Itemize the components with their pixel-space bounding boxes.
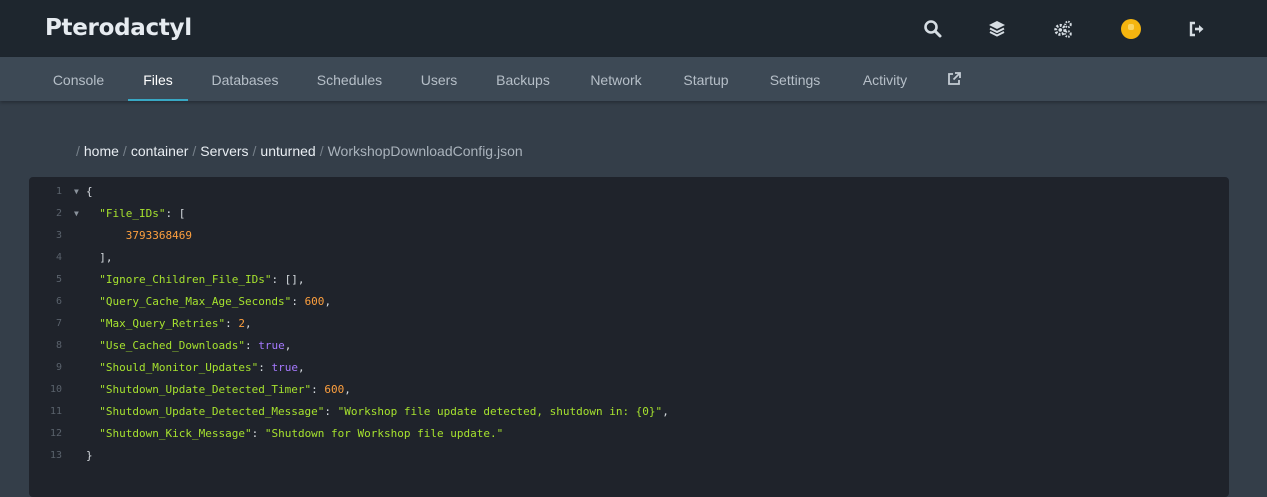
code-editor[interactable]: 1 ▼ { 2 ▼ "File_IDs": [ 3 3793368469 4 ]… xyxy=(29,177,1229,497)
line-number: 7 xyxy=(55,318,62,329)
app-title[interactable]: Pterodactyl xyxy=(45,15,192,41)
breadcrumb: / home / container / Servers / unturned / Worksho… xyxy=(76,143,523,159)
server-nav: Console Files Databases Schedules Users … xyxy=(0,57,1267,101)
tab-users[interactable]: Users xyxy=(410,57,468,101)
line-number: 2 xyxy=(55,208,62,219)
tab-activity[interactable]: Activity xyxy=(849,57,921,101)
line-number: 5 xyxy=(55,274,62,285)
breadcrumb-container[interactable]: container xyxy=(131,143,193,159)
top-bar: Pterodactyl xyxy=(0,0,1267,57)
tab-schedules[interactable]: Schedules xyxy=(305,57,394,101)
code-line: 2 ▼ "File_IDs": [ xyxy=(29,203,1229,225)
breadcrumb-servers[interactable]: Servers xyxy=(200,143,252,159)
code-line: 9 "Should_Monitor_Updates": true, xyxy=(29,357,1229,379)
breadcrumb-current-file: WorkshopDownloadConfig.json xyxy=(327,143,523,159)
tab-databases[interactable]: Databases xyxy=(200,57,290,101)
line-number: 1 xyxy=(55,186,62,197)
code-line: 11 "Shutdown_Update_Detected_Message": "… xyxy=(29,401,1229,423)
tab-network[interactable]: Network xyxy=(577,57,655,101)
line-number: 4 xyxy=(55,252,62,263)
line-number: 3 xyxy=(55,230,62,241)
breadcrumb-home[interactable]: home xyxy=(84,143,123,159)
line-number: 13 xyxy=(49,450,62,461)
cogs-icon[interactable] xyxy=(1051,17,1075,41)
tab-settings[interactable]: Settings xyxy=(757,57,833,101)
code-line: 4 ], xyxy=(29,247,1229,269)
line-number: 9 xyxy=(55,362,62,373)
breadcrumb-unturned[interactable]: unturned xyxy=(260,143,319,159)
code-line: 13 } xyxy=(29,445,1229,467)
line-number: 10 xyxy=(49,384,62,395)
external-link-icon[interactable] xyxy=(946,71,962,87)
tab-startup[interactable]: Startup xyxy=(671,57,741,101)
line-number: 6 xyxy=(55,296,62,307)
code-line: 10 "Shutdown_Update_Detected_Timer": 600… xyxy=(29,379,1229,401)
fold-toggle-icon[interactable]: ▼ xyxy=(74,203,79,225)
tab-console[interactable]: Console xyxy=(38,57,119,101)
code-line: 1 ▼ { xyxy=(29,181,1229,203)
avatar xyxy=(1121,19,1141,39)
code-line: 8 "Use_Cached_Downloads": true, xyxy=(29,335,1229,357)
code-line: 5 "Ignore_Children_File_IDs": [], xyxy=(29,269,1229,291)
tab-backups[interactable]: Backups xyxy=(485,57,561,101)
sign-out-icon[interactable] xyxy=(1185,17,1209,41)
code-line: 7 "Max_Query_Retries": 2, xyxy=(29,313,1229,335)
fold-toggle-icon[interactable]: ▼ xyxy=(74,181,79,203)
line-number: 8 xyxy=(55,340,62,351)
avatar-icon[interactable] xyxy=(1119,17,1143,41)
code-line: 6 "Query_Cache_Max_Age_Seconds": 600, xyxy=(29,291,1229,313)
line-number: 12 xyxy=(49,428,62,439)
line-number: 11 xyxy=(49,406,62,417)
tab-files[interactable]: Files xyxy=(128,57,188,101)
code-line: 3 3793368469 xyxy=(29,225,1229,247)
code-line: 12 "Shutdown_Kick_Message": "Shutdown fo… xyxy=(29,423,1229,445)
search-icon[interactable] xyxy=(921,17,945,41)
layers-icon[interactable] xyxy=(985,17,1009,41)
